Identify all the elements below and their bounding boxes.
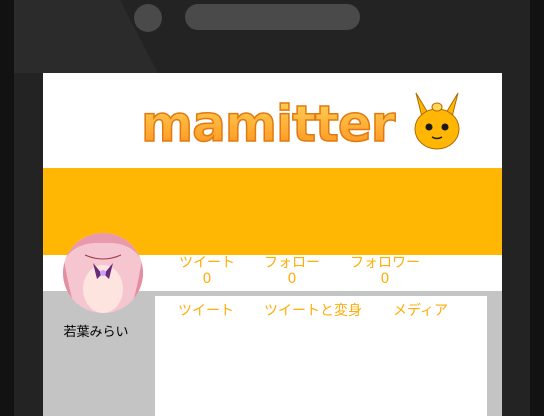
stat-followers[interactable]: フォロワー 0: [348, 255, 422, 287]
logo-wordmark: mamitter: [141, 95, 396, 153]
front-camera: [134, 4, 162, 32]
avatar-image: [63, 233, 143, 313]
app-logo[interactable]: mamitter: [137, 91, 467, 155]
stat-tweets[interactable]: ツイート 0: [177, 255, 237, 287]
timeline-panel: ツイート ツイートと変身 メディア: [155, 296, 487, 416]
stat-followers-label: フォロワー: [350, 255, 420, 271]
phone-frame: mamitter ツイート 0 フォロー 0 フォロワー 0 ツイート ツイート…: [0, 0, 544, 416]
avatar[interactable]: [63, 233, 143, 313]
tab-tweets-and-transform[interactable]: ツイートと変身: [264, 303, 362, 319]
stat-tweets-label: ツイート: [179, 255, 235, 271]
tab-tweets[interactable]: ツイート: [178, 303, 234, 319]
stat-following-label: フォロー: [264, 255, 320, 271]
stat-following[interactable]: フォロー 0: [262, 255, 322, 287]
speaker-grille: [185, 4, 360, 30]
profile-name: 若葉みらい: [63, 325, 129, 340]
stat-following-value: 0: [287, 271, 297, 287]
kyubey-mascot-icon: [414, 92, 460, 150]
tab-media[interactable]: メディア: [393, 303, 448, 319]
stat-followers-value: 0: [380, 271, 390, 287]
header: mamitter: [43, 73, 502, 168]
app-screen: mamitter ツイート 0 フォロー 0 フォロワー 0 ツイート ツイート…: [43, 73, 502, 416]
stat-tweets-value: 0: [202, 271, 212, 287]
